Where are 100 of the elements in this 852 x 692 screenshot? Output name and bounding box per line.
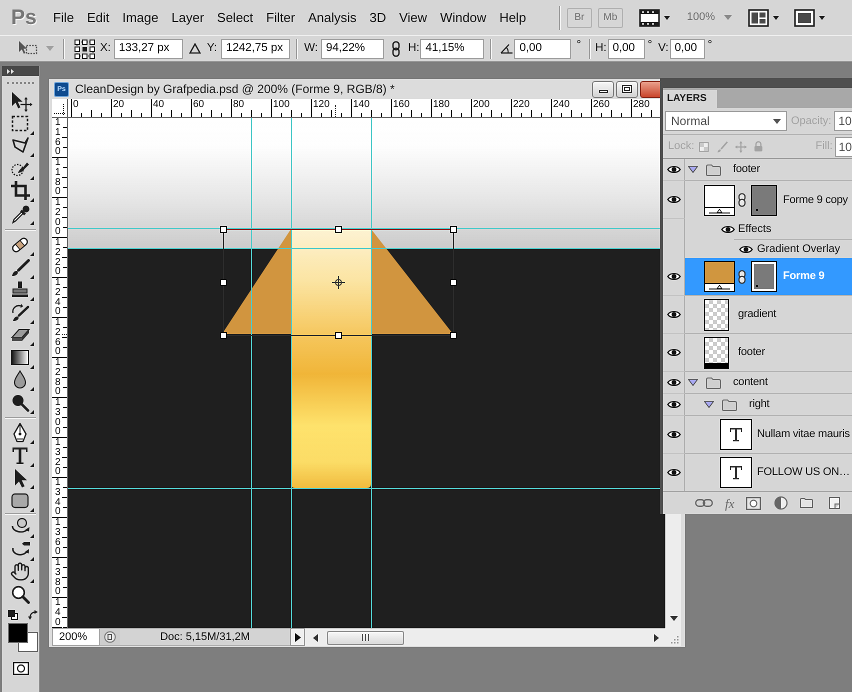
layer-row[interactable]: content xyxy=(685,372,852,394)
move-tool-icon[interactable] xyxy=(10,90,34,112)
foreground-background-color-icon[interactable] xyxy=(8,623,38,652)
transform-handle[interactable] xyxy=(450,279,457,286)
menu-item[interactable]: Layer xyxy=(172,8,204,28)
swap-colors-icon[interactable] xyxy=(28,610,38,620)
link-icon[interactable] xyxy=(738,270,746,284)
caret-icon[interactable] xyxy=(773,118,781,124)
quick-mask-icon[interactable] xyxy=(13,662,29,675)
menu-item[interactable]: Help xyxy=(499,8,526,28)
menu-item[interactable]: View xyxy=(399,8,428,28)
rotate-3d-tool-icon[interactable] xyxy=(10,516,34,538)
minimize-button[interactable] xyxy=(592,80,614,98)
screen-mode-icon[interactable] xyxy=(794,8,826,26)
transform-handle[interactable] xyxy=(450,332,457,339)
value-field[interactable]: 0,00 xyxy=(608,38,645,58)
link-icon[interactable] xyxy=(738,193,746,207)
value-field[interactable]: 41,15% xyxy=(420,38,484,58)
pivot-point-icon[interactable] xyxy=(332,276,345,289)
new-layer-icon[interactable] xyxy=(829,497,840,509)
value-field[interactable]: 133,27 px xyxy=(114,38,183,58)
menu-item[interactable]: Filter xyxy=(266,8,296,28)
value-field[interactable]: 0,00 xyxy=(514,38,572,58)
scroll-right-icon[interactable] xyxy=(654,634,659,642)
arrange-documents-icon[interactable] xyxy=(748,8,780,26)
layer-name: Forme 9 copy xyxy=(783,192,848,208)
film-strip-dropdown-icon[interactable] xyxy=(638,8,671,26)
eye-icon[interactable] xyxy=(666,430,680,439)
status-icon[interactable] xyxy=(104,631,116,643)
layer-row[interactable]: footer xyxy=(685,159,852,181)
layer-row[interactable]: Nullam vitae mauris xyxy=(685,416,852,454)
eye-icon[interactable] xyxy=(666,272,680,281)
vector-mask-thumbnail[interactable] xyxy=(751,261,777,292)
layer-row[interactable]: FOLLOW US ON… xyxy=(685,454,852,491)
vector-mask-thumbnail[interactable] xyxy=(751,184,777,216)
menu-item[interactable]: 3D xyxy=(369,8,386,28)
eye-icon[interactable] xyxy=(666,310,680,319)
menu-item[interactable]: Select xyxy=(217,8,254,28)
default-colors-icon[interactable] xyxy=(8,610,18,620)
layer-row[interactable]: footer xyxy=(685,334,852,372)
maximize-button[interactable] xyxy=(616,80,638,98)
layer-row[interactable]: Forme 9 copy xyxy=(685,181,852,219)
effects-button[interactable]: fx xyxy=(725,496,734,510)
type-tool-icon[interactable] xyxy=(10,444,34,467)
eye-icon[interactable] xyxy=(666,195,680,204)
eye-icon[interactable] xyxy=(721,224,735,234)
transform-handle[interactable] xyxy=(220,279,227,286)
eyedropper-tool-icon[interactable] xyxy=(10,202,34,225)
link-layers-icon[interactable] xyxy=(695,499,713,507)
disclosure-triangle-icon[interactable] xyxy=(704,401,714,408)
eye-icon[interactable] xyxy=(666,378,680,387)
transform-handle[interactable] xyxy=(335,226,342,233)
stamp-tool-icon[interactable] xyxy=(10,279,34,302)
lasso-tool-icon[interactable] xyxy=(10,135,34,158)
eye-icon[interactable] xyxy=(739,244,753,254)
blend-mode-select[interactable]: Normal xyxy=(665,111,787,131)
layer-row[interactable]: gradient xyxy=(685,296,852,334)
menu-item[interactable]: Analysis xyxy=(308,8,356,28)
history-brush-tool-icon[interactable] xyxy=(10,302,34,324)
reference-point-icon[interactable] xyxy=(74,38,96,58)
scroll-left-icon[interactable] xyxy=(313,634,318,642)
hand-tool-icon[interactable] xyxy=(10,561,34,584)
resize-grip-icon[interactable] xyxy=(669,634,679,644)
menu-item[interactable]: Edit xyxy=(86,8,110,28)
transform-handle[interactable] xyxy=(220,226,227,233)
brush-tool-icon[interactable] xyxy=(10,256,34,279)
close-button[interactable] xyxy=(640,80,660,98)
ruler-origin-icon[interactable] xyxy=(54,104,66,116)
crop-tool-icon[interactable] xyxy=(10,180,34,202)
transform-handle[interactable] xyxy=(220,332,227,339)
disclosure-triangle-icon[interactable] xyxy=(688,379,698,386)
adjustment-layer-icon[interactable] xyxy=(774,496,788,510)
expand-icon[interactable] xyxy=(7,68,15,74)
zoom-field[interactable]: 200% xyxy=(52,628,100,646)
panel-tab[interactable]: LAYERS xyxy=(663,90,717,108)
vertical-scrollbar[interactable] xyxy=(665,514,681,628)
menu-item[interactable]: Window xyxy=(440,8,486,28)
scroll-down-icon[interactable] xyxy=(670,616,678,621)
eye-icon[interactable] xyxy=(666,165,680,174)
value-field[interactable]: 0,00 xyxy=(670,38,705,58)
menu-item[interactable]: Image xyxy=(122,8,158,28)
disclosure-triangle-icon[interactable] xyxy=(688,166,698,173)
layer-row[interactable]: right xyxy=(685,394,852,416)
status-menu-button[interactable] xyxy=(290,628,305,646)
folder-icon[interactable] xyxy=(800,498,814,508)
link-icon[interactable] xyxy=(392,40,400,56)
scrollbar-thumb[interactable] xyxy=(327,630,404,644)
value-field[interactable]: 94,22% xyxy=(320,38,384,58)
eye-icon[interactable] xyxy=(666,400,680,409)
transform-handle[interactable] xyxy=(450,226,457,233)
ruler-label: 20 xyxy=(111,99,124,110)
layer-mask-icon[interactable] xyxy=(746,496,762,510)
menu-item[interactable]: File xyxy=(53,8,74,28)
eye-icon[interactable] xyxy=(666,468,680,477)
value-field[interactable]: 1242,75 px xyxy=(221,38,290,58)
eye-icon[interactable] xyxy=(666,348,680,357)
effect-name[interactable]: Gradient Overlay xyxy=(757,240,840,258)
horizontal-scrollbar[interactable] xyxy=(305,628,665,646)
transform-handle[interactable] xyxy=(335,332,342,339)
ruler-label: 1380 xyxy=(52,558,62,598)
